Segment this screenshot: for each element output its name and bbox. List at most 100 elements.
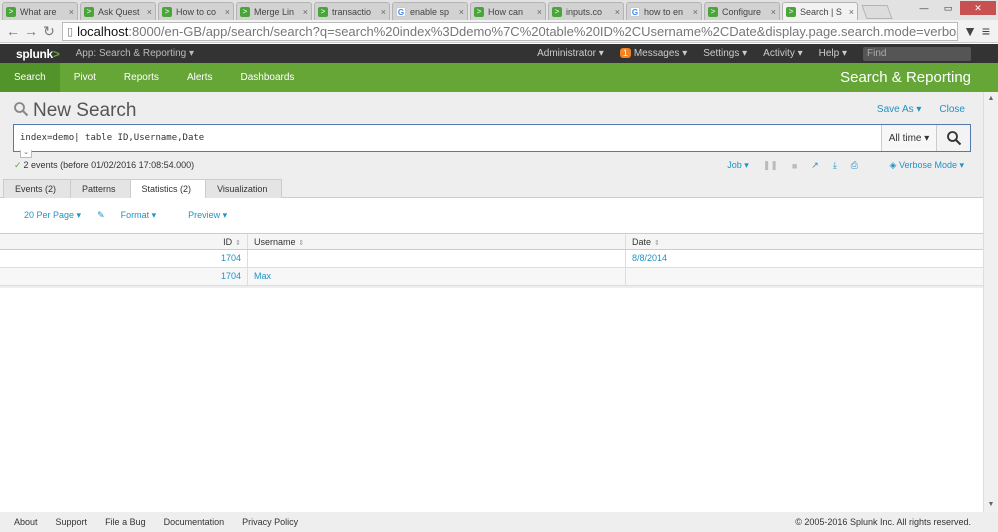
footer-link-file-bug[interactable]: File a Bug xyxy=(105,517,146,527)
messages-menu[interactable]: 1 Messages ▾ xyxy=(619,48,687,59)
browser-tab[interactable]: > How can × xyxy=(470,2,546,20)
tab-statistics[interactable]: Statistics (2) xyxy=(129,179,207,199)
footer-link-privacy[interactable]: Privacy Policy xyxy=(242,517,298,527)
browser-tab[interactable]: > How to co × xyxy=(158,2,234,20)
close-tab-icon[interactable]: × xyxy=(849,7,854,17)
activity-menu[interactable]: Activity ▾ xyxy=(763,48,802,59)
results-table: ID ⇕ Username ⇕ Date ⇕ 1704 8/8/2014 1704 M… xyxy=(0,233,998,286)
address-bar[interactable]: ▯ localhost:8000/en-GB/app/search/search… xyxy=(62,21,958,41)
title-actions: Save As ▾ Close xyxy=(859,104,965,115)
scroll-down-icon[interactable]: ▼ xyxy=(984,498,998,512)
footer-link-about[interactable]: About xyxy=(14,517,38,527)
browser-tab[interactable]: > What are × xyxy=(2,2,78,20)
format-dropdown[interactable]: ✎ Format ▾ xyxy=(97,210,172,221)
close-tab-icon[interactable]: × xyxy=(147,7,152,17)
chevron-down-icon[interactable]: ⌄ xyxy=(20,149,32,158)
window-close-icon[interactable]: ✕ xyxy=(960,1,996,15)
splunk-favicon-icon: > xyxy=(6,6,16,17)
close-tab-icon[interactable]: × xyxy=(381,7,386,17)
splunk-favicon-icon: > xyxy=(240,6,250,17)
browser-tab[interactable]: > Ask Quest × xyxy=(80,2,156,20)
extension-icon[interactable]: ▼ xyxy=(962,23,978,39)
cell-date[interactable] xyxy=(626,268,998,285)
close-tab-icon[interactable]: × xyxy=(537,7,542,17)
time-range-picker[interactable]: All time ▾ xyxy=(881,125,936,151)
splunk-favicon-icon: > xyxy=(708,6,718,17)
splunk-logo[interactable]: splunk> xyxy=(16,47,60,61)
browser-tab[interactable]: Genable sp × xyxy=(392,2,468,20)
cell-username[interactable]: Max xyxy=(248,268,626,285)
table-header: ID ⇕ Username ⇕ Date ⇕ xyxy=(0,233,998,250)
user-menu[interactable]: Administrator ▾ xyxy=(537,48,604,59)
results-controls: 20 Per Page ▾ ✎ Format ▾ Preview ▾ xyxy=(0,198,998,233)
save-as-button[interactable]: Save As ▾ xyxy=(877,104,922,115)
pencil-icon: ✎ xyxy=(97,210,105,220)
cell-id[interactable]: 1704 xyxy=(0,268,248,285)
splunk-top-bar: splunk> App: Search & Reporting ▾ Admini… xyxy=(0,44,998,63)
help-menu[interactable]: Help ▾ xyxy=(819,48,847,59)
nav-item-dashboards[interactable]: Dashboards xyxy=(227,63,309,92)
search-query-input[interactable]: index=demo| table ID,Username,Date xyxy=(14,125,881,151)
search-mode-selector[interactable]: ◈ Verbose Mode ▾ xyxy=(890,160,964,171)
page-header: New Search xyxy=(13,100,137,122)
splunk-favicon-icon: > xyxy=(552,6,562,17)
export-icon[interactable]: ⤓ xyxy=(833,160,837,171)
browser-tab[interactable]: Ghow to en × xyxy=(626,2,702,20)
google-favicon-icon: G xyxy=(396,6,406,17)
table-row: 1704 8/8/2014 xyxy=(0,250,998,268)
browser-tab[interactable]: > inputs.co × xyxy=(548,2,624,20)
close-tab-icon[interactable]: × xyxy=(615,7,620,17)
search-submit-button[interactable] xyxy=(936,125,970,151)
footer-link-support[interactable]: Support xyxy=(56,517,88,527)
settings-menu[interactable]: Settings ▾ xyxy=(703,48,747,59)
column-header-date[interactable]: Date ⇕ xyxy=(626,234,998,249)
close-tab-icon[interactable]: × xyxy=(69,7,74,17)
preview-dropdown[interactable]: Preview ▾ xyxy=(188,210,227,221)
maximize-icon[interactable]: ▭ xyxy=(936,1,960,15)
hamburger-menu-icon[interactable]: ≡ xyxy=(978,23,994,39)
back-icon[interactable]: ← xyxy=(4,23,22,39)
column-header-username[interactable]: Username ⇕ xyxy=(248,234,626,249)
forward-icon[interactable]: → xyxy=(22,23,40,39)
reload-icon[interactable]: ↻ xyxy=(40,23,58,40)
close-tab-icon[interactable]: × xyxy=(225,7,230,17)
find-input[interactable]: Find xyxy=(863,46,971,61)
cell-date[interactable]: 8/8/2014 xyxy=(626,250,998,267)
tab-events[interactable]: Events (2) xyxy=(3,179,72,198)
minimize-icon[interactable]: — xyxy=(912,1,936,15)
nav-item-pivot[interactable]: Pivot xyxy=(60,63,110,92)
per-page-dropdown[interactable]: 20 Per Page ▾ xyxy=(24,210,81,221)
scroll-up-icon[interactable]: ▲ xyxy=(984,92,998,106)
nav-item-reports[interactable]: Reports xyxy=(110,63,173,92)
tab-patterns[interactable]: Patterns xyxy=(70,179,131,198)
table-row: 1704 Max xyxy=(0,268,998,286)
job-menu[interactable]: Job ▾ xyxy=(727,160,749,171)
page-icon: ▯ xyxy=(67,25,74,38)
stop-icon[interactable]: ■ xyxy=(792,161,797,171)
column-header-id[interactable]: ID ⇕ xyxy=(0,234,248,249)
page-scrollbar[interactable]: ▲ ▼ xyxy=(983,92,998,512)
close-tab-icon[interactable]: × xyxy=(693,7,698,17)
browser-tab[interactable]: > Configure × xyxy=(704,2,780,20)
browser-tab[interactable]: > Merge Lin × xyxy=(236,2,312,20)
cell-username[interactable] xyxy=(248,250,626,267)
nav-item-alerts[interactable]: Alerts xyxy=(173,63,227,92)
nav-item-search[interactable]: Search xyxy=(0,63,60,92)
print-icon[interactable]: ⎙ xyxy=(851,160,858,171)
close-tab-icon[interactable]: × xyxy=(771,7,776,17)
tab-visualization[interactable]: Visualization xyxy=(205,179,283,198)
browser-tab-active[interactable]: > Search | S × xyxy=(782,2,858,20)
browser-tab[interactable]: > transactio × xyxy=(314,2,390,20)
close-tab-icon[interactable]: × xyxy=(459,7,464,17)
browser-toolbar: ← → ↻ ▯ localhost:8000/en-GB/app/search/… xyxy=(0,20,998,43)
messages-count-badge: 1 xyxy=(619,48,631,58)
pause-icon[interactable]: ❚❚ xyxy=(763,160,778,171)
new-tab-button[interactable] xyxy=(861,5,893,19)
search-icon xyxy=(13,101,29,121)
footer-link-documentation[interactable]: Documentation xyxy=(164,517,225,527)
share-icon[interactable]: ↗ xyxy=(811,160,819,171)
close-button[interactable]: Close xyxy=(939,104,965,115)
close-tab-icon[interactable]: × xyxy=(303,7,308,17)
cell-id[interactable]: 1704 xyxy=(0,250,248,267)
app-menu[interactable]: App: Search & Reporting ▾ xyxy=(76,48,194,59)
